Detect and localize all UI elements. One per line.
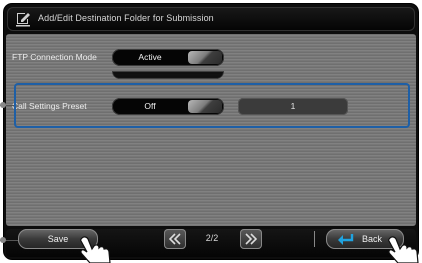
pointing-hand-icon xyxy=(79,236,111,263)
settings-panel: FTP Connection Mode Active Call Settings… xyxy=(6,34,416,226)
highlight-box xyxy=(14,83,410,128)
ftp-connection-mode-label: FTP Connection Mode xyxy=(12,52,97,62)
pointing-hand-icon xyxy=(387,236,419,263)
dialog-frame: Add/Edit Destination Folder for Submissi… xyxy=(4,4,418,259)
dialog-title: Add/Edit Destination Folder for Submissi… xyxy=(38,13,214,23)
back-button-label: Back xyxy=(362,234,383,244)
double-chevron-left-icon xyxy=(169,233,181,245)
title-bar: Add/Edit Destination Folder for Submissi… xyxy=(7,7,415,31)
ftp-connection-mode-value: Active xyxy=(138,52,162,62)
toggle-knob xyxy=(188,51,222,64)
double-chevron-right-icon xyxy=(245,233,257,245)
return-arrow-icon xyxy=(338,234,354,245)
page-indicator: 2/2 xyxy=(205,233,219,243)
hidden-setting-toggle[interactable] xyxy=(112,71,224,79)
footer-divider xyxy=(314,231,315,247)
callout-marker xyxy=(0,237,6,243)
next-page-button[interactable] xyxy=(240,229,262,249)
ftp-connection-mode-toggle[interactable]: Active xyxy=(112,49,224,66)
callout-marker xyxy=(0,102,6,108)
edit-folder-icon xyxy=(16,13,30,27)
prev-page-button[interactable] xyxy=(164,229,186,249)
